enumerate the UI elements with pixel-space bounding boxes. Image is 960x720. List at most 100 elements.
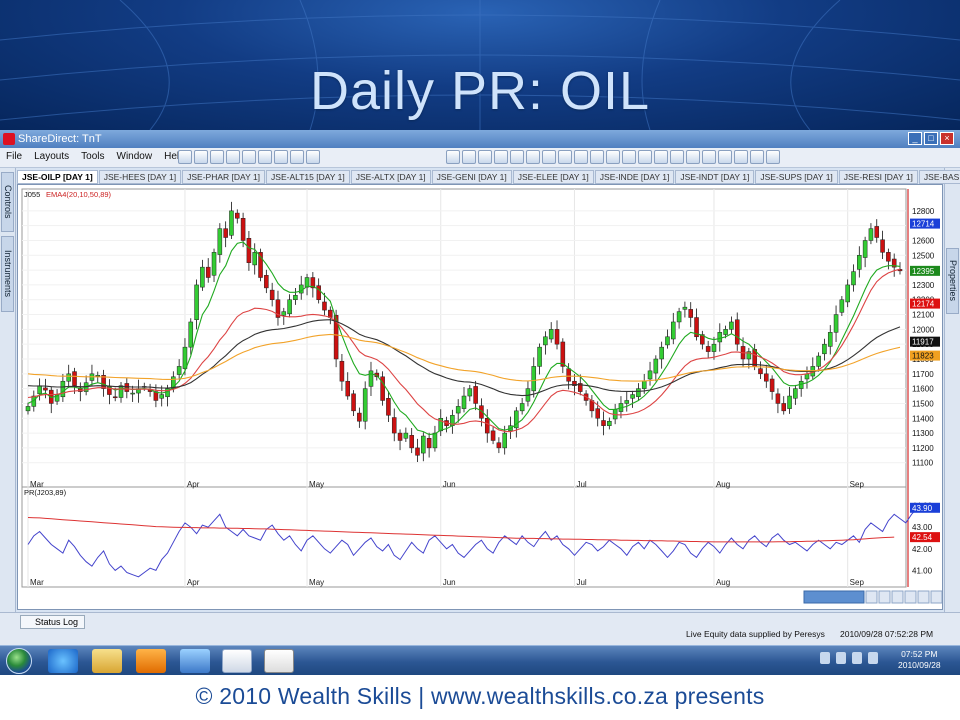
text-icon[interactable] — [542, 150, 556, 164]
pr-y-tick-label: 41.00 — [912, 566, 933, 575]
menu-tools[interactable]: Tools — [81, 151, 104, 162]
tab-jse-indt[interactable]: JSE-INDT [DAY 1] — [675, 170, 755, 184]
minimize-button[interactable]: _ — [908, 132, 922, 145]
tray-volume-icon[interactable] — [868, 652, 878, 664]
candle-body — [554, 329, 560, 345]
tab-jse-oilp[interactable]: JSE-OILP [DAY 1] — [17, 170, 98, 184]
scan-icon[interactable] — [606, 150, 620, 164]
indicator-icon[interactable] — [494, 150, 508, 164]
tray-network-icon[interactable] — [852, 652, 862, 664]
instruments-side-tab[interactable]: Instruments — [1, 236, 14, 312]
chart-nav-button — [904, 590, 917, 604]
controls-side-tab[interactable]: Controls — [1, 172, 14, 232]
refresh-icon[interactable] — [306, 150, 320, 164]
chart-nav-button — [878, 590, 891, 604]
window-title: ShareDirect: TnT — [18, 133, 102, 145]
price-x-tick-label: Aug — [716, 480, 730, 489]
candle-body — [368, 370, 374, 387]
zoom-icon[interactable] — [274, 150, 288, 164]
price-value-flag-label: 11823 — [912, 352, 934, 361]
line-chart-icon[interactable] — [478, 150, 492, 164]
cascade-icon[interactable] — [258, 150, 272, 164]
menu-window[interactable]: Window — [117, 151, 153, 162]
tab-jse-altx[interactable]: JSE-ALTX [DAY 1] — [350, 170, 431, 184]
candle-body — [403, 432, 409, 439]
tile-icon[interactable] — [242, 150, 256, 164]
maximize-button[interactable]: □ — [924, 132, 938, 145]
new-layout-icon[interactable] — [178, 150, 192, 164]
document-taskbar-icon[interactable] — [222, 649, 252, 673]
filter-icon[interactable] — [622, 150, 636, 164]
taskbar-clock[interactable]: 07:52 PM 2010/09/28 — [898, 649, 941, 671]
candle-body — [833, 314, 839, 333]
print-icon[interactable] — [226, 150, 240, 164]
candle-body — [223, 228, 228, 238]
tab-jse-basm[interactable]: JSE-BASM [DAY 1] — [918, 170, 960, 184]
drawing-icon[interactable] — [510, 150, 524, 164]
tray-flag-icon[interactable] — [820, 652, 830, 664]
candle-body — [409, 435, 414, 449]
candle-body — [432, 432, 438, 449]
price-x-tick-label: Apr — [187, 480, 200, 489]
candle-body — [194, 284, 199, 320]
tab-jse-elee[interactable]: JSE-ELEE [DAY 1] — [512, 170, 594, 184]
link-icon[interactable] — [750, 150, 764, 164]
candle-body — [269, 289, 275, 300]
gear-icon[interactable] — [670, 150, 684, 164]
tray-battery-icon[interactable] — [836, 652, 846, 664]
pr-x-tick-label: Jul — [576, 578, 586, 587]
save-layout-icon[interactable] — [210, 150, 224, 164]
tab-jse-resi[interactable]: JSE-RESI [DAY 1] — [838, 170, 918, 184]
portfolio-icon[interactable] — [638, 150, 652, 164]
wave-icon[interactable] — [686, 150, 700, 164]
tab-jse-hees[interactable]: JSE-HEES [DAY 1] — [98, 170, 182, 184]
start-button[interactable] — [6, 648, 32, 674]
price-indicator-label: J055 — [24, 190, 40, 199]
open-layout-icon[interactable] — [194, 150, 208, 164]
app-window: ShareDirect: TnT _ □ × File Layouts Tool… — [0, 130, 960, 645]
candle-body — [717, 332, 723, 343]
tab-jse-alt15[interactable]: JSE-ALT15 [DAY 1] — [266, 170, 350, 184]
clock-icon[interactable] — [766, 150, 780, 164]
trendline-icon[interactable] — [526, 150, 540, 164]
candle-body — [758, 368, 763, 375]
price-y-tick-label: 11100 — [912, 459, 934, 468]
tnt-taskbar-icon[interactable] — [264, 649, 294, 673]
bar-chart-icon[interactable] — [446, 150, 460, 164]
fib-icon[interactable] — [558, 150, 572, 164]
tab-jse-sups[interactable]: JSE-SUPS [DAY 1] — [755, 170, 838, 184]
candle-body — [357, 412, 362, 422]
settings-icon[interactable] — [290, 150, 304, 164]
tools-icon[interactable] — [734, 150, 748, 164]
chart-area[interactable]: Mar Mar Apr Apr May May Jun Jun Jul Jul Aug Aug Sep S… — [17, 184, 943, 610]
candle-chart-icon[interactable] — [462, 150, 476, 164]
watchlist-icon[interactable] — [654, 150, 668, 164]
chart-svg[interactable]: MarMarAprAprMayMayJunJunJulJulAugAugSepS… — [18, 185, 942, 609]
candle-body — [281, 311, 287, 316]
export-icon[interactable] — [718, 150, 732, 164]
menu-layouts[interactable]: Layouts — [34, 151, 69, 162]
ie-taskbar-icon[interactable] — [48, 649, 78, 673]
tab-jse-geni[interactable]: JSE-GENI [DAY 1] — [431, 170, 512, 184]
wizard-taskbar-icon[interactable] — [180, 649, 210, 673]
calendar-icon[interactable] — [574, 150, 588, 164]
candle-body — [322, 301, 327, 311]
properties-side-tab[interactable]: Properties — [946, 248, 959, 314]
price-y-tick-label: 12000 — [912, 325, 935, 334]
tab-jse-inde[interactable]: JSE-INDE [DAY 1] — [594, 170, 675, 184]
alert-icon[interactable] — [590, 150, 604, 164]
close-button[interactable]: × — [940, 132, 954, 145]
status-log-tab[interactable]: Status Log — [20, 615, 86, 629]
candle-body — [240, 218, 246, 241]
media-player-taskbar-icon[interactable] — [136, 649, 166, 673]
explorer-taskbar-icon[interactable] — [92, 649, 122, 673]
chart-nav-button — [930, 590, 942, 604]
taskbar: 07:52 PM 2010/09/28 — [0, 645, 960, 675]
candle-body — [415, 447, 420, 456]
menu-file[interactable]: File — [6, 151, 22, 162]
candle-body — [653, 358, 659, 374]
compare-icon[interactable] — [702, 150, 716, 164]
candle-body — [519, 403, 525, 412]
tab-jse-phar[interactable]: JSE-PHAR [DAY 1] — [182, 170, 266, 184]
candle-body — [886, 252, 891, 262]
